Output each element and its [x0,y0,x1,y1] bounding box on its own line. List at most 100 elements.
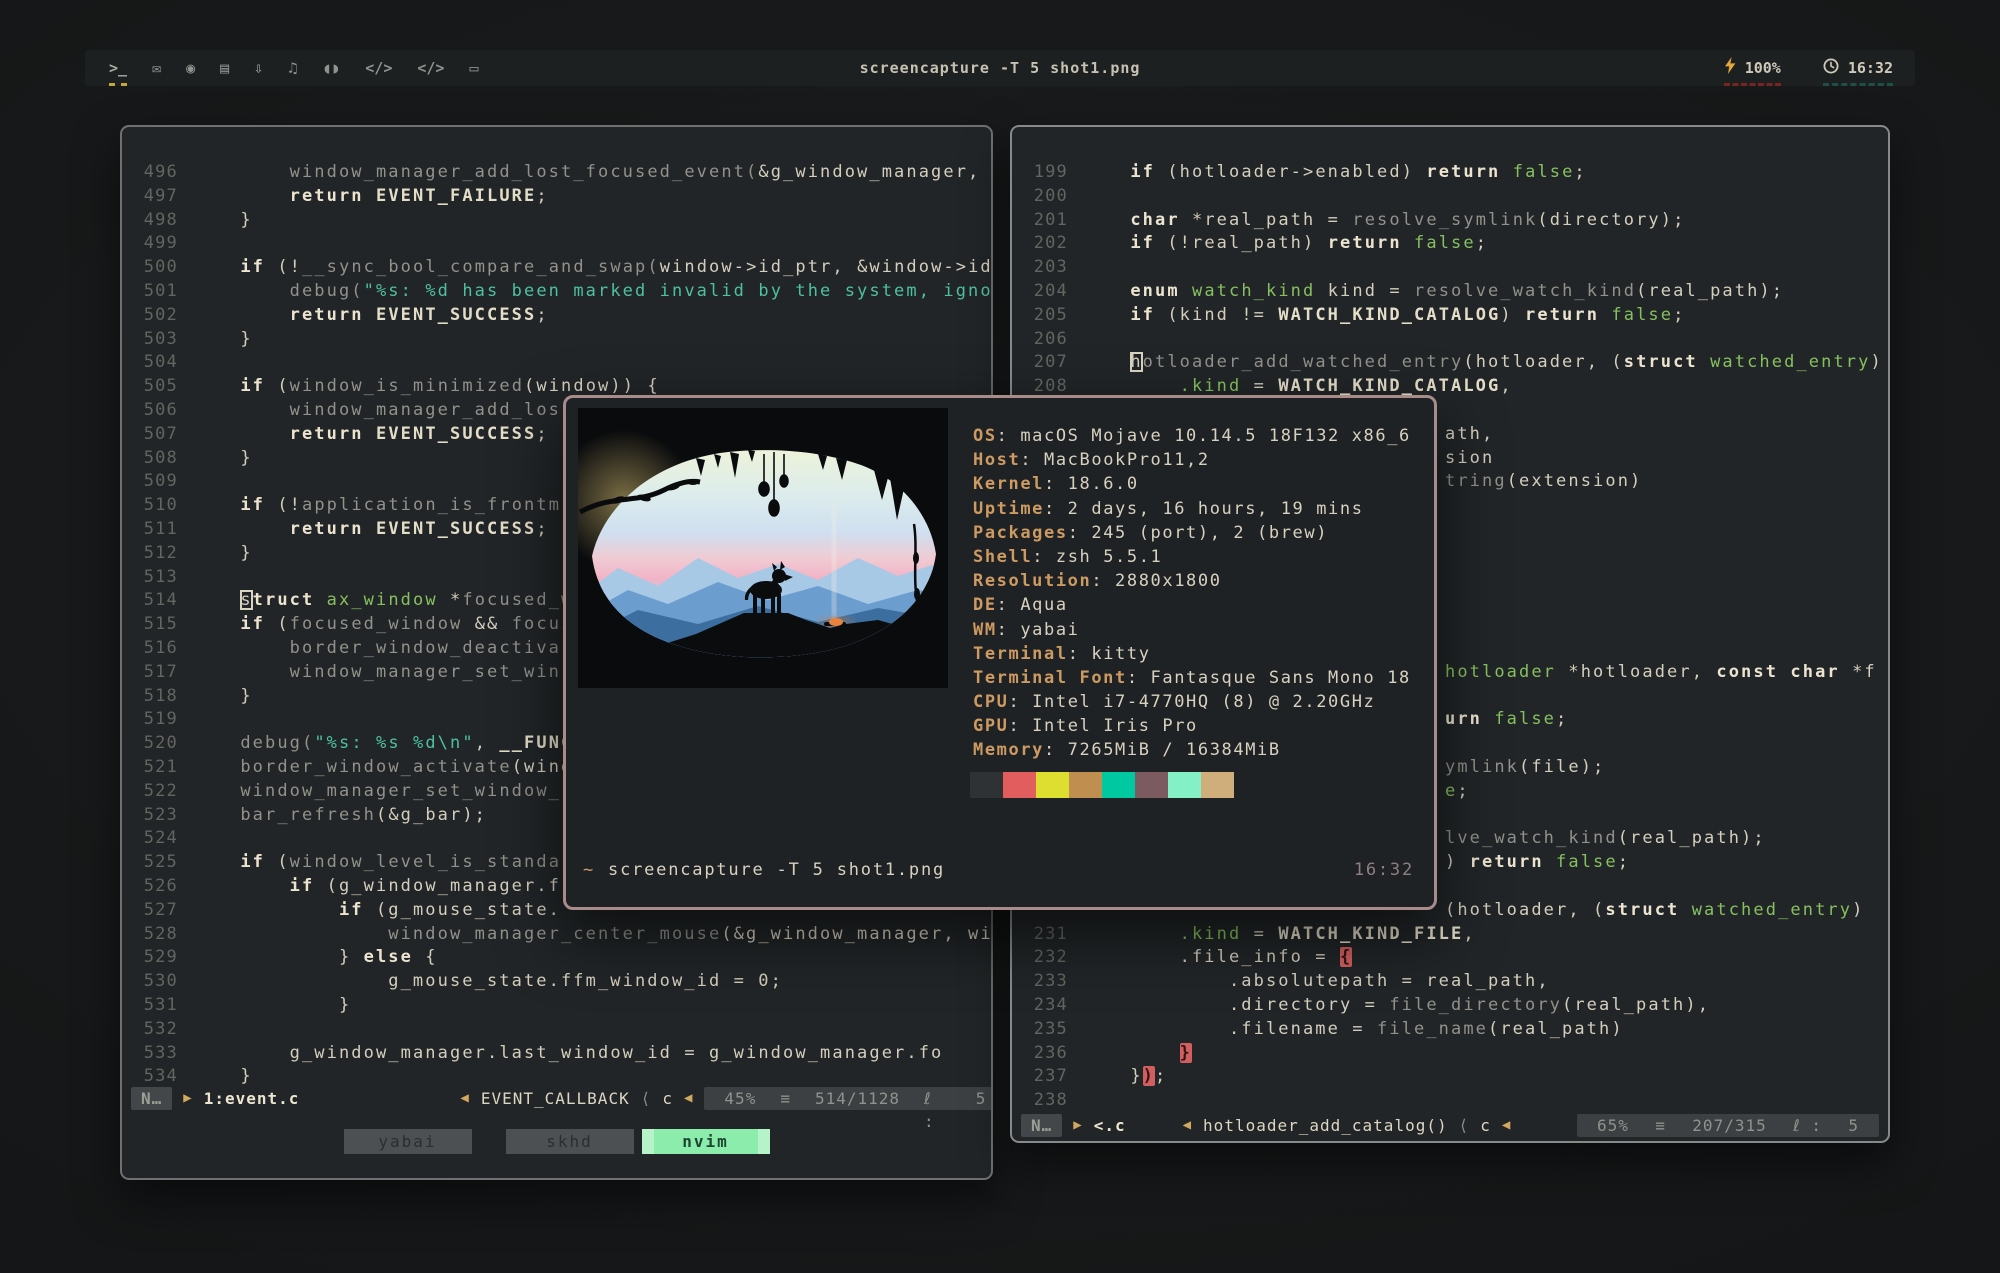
code-line-231: 231 .kind = WATCH_KIND_FILE, [1012,923,1888,947]
info-value: : MacBookPro11,2 [1020,450,1210,471]
info-label: Packages [973,522,1068,543]
info-line-packages: Packages: 245 (port), 2 (brew) [973,521,1411,545]
code-text: return EVENT_SUCCESS; [289,304,549,325]
code-text: } [240,542,253,563]
code-text: bar_refresh(&g_bar); [240,804,488,825]
battery-percent: 100% [1744,58,1781,77]
separator-left-icon: ◀ [460,1090,470,1106]
code-text: .kind = WATCH_KIND_FILE, [1179,923,1476,944]
code-text: return EVENT_SUCCESS; [289,519,549,539]
lines-icon: ≡ [780,1088,791,1108]
scroll-percent: 65% [1597,1115,1629,1135]
code-fragment-211: sion [1445,447,1495,468]
code-line-504: 504 [122,351,991,375]
code-text: window_manager_center_mouse(&g_window_ma… [388,923,993,944]
code-line-203: 203 [1012,256,1888,280]
position-box: 45% ≡ 514/1128 ℓ : 5 [704,1086,991,1131]
code-text: } [240,328,253,349]
code-line-232: 232 .file_info = { [1012,946,1888,970]
buffer-name: 1:event.c [203,1088,300,1108]
line-number: 231 [1033,923,1068,944]
tab-skhd[interactable]: skhd [505,1129,634,1154]
terminal-icon[interactable]: >_ [109,59,128,86]
line-number: 532 [143,1018,178,1039]
info-line-shell: Shell: zsh 5.5.1 [973,545,1411,569]
line-number: 232 [1033,947,1068,968]
neofetch-popup-window[interactable]: OS: macOS Mojave 10.14.5 18F132 x86_6 Hos… [563,395,1437,910]
code-text: .absolutepath = real_path, [1228,971,1550,992]
info-label: Uptime [973,498,1045,519]
line-number: 206 [1033,328,1068,349]
info-line-uptime: Uptime: 2 days, 16 hours, 19 mins [973,497,1411,521]
tab-nvim[interactable]: nvim [641,1129,770,1154]
vim-mode-badge: N… [131,1086,173,1110]
info-value: : 7265MiB / 16384MiB [1044,740,1281,761]
code-text: } else { [338,947,438,968]
line-number: 512 [143,542,178,563]
line-number: 205 [1033,304,1068,325]
column-number: 5 [975,1088,987,1108]
info-value: : Aqua [996,595,1068,616]
line-number: 529 [143,947,178,968]
code-fragment-230: (hotloader, (struct watched_entry) [1445,899,1865,920]
line-number: 506 [143,400,178,420]
line-number: 514 [143,590,178,611]
code-line-199: 199 if (hotloader->enabled) return false; [1012,161,1888,185]
code-text: if (!__sync_bool_compare_and_swap(window… [240,257,993,278]
code-line-205: 205 if (kind != WATCH_KIND_CATALOG) retur… [1012,304,1888,328]
separator-right-icon: ▶ [183,1090,193,1106]
code-text: debug("%s: %s %d\n", __FUNC [240,733,574,754]
left-statusline: N… ▶ 1:event.c ◀ EVENT_CALLBACK ⟨ c ◀ 45… [131,1085,991,1131]
music-icon[interactable]: ♫ [288,59,297,86]
download-icon[interactable]: ⇩ [254,59,263,86]
line-number: 507 [143,423,178,444]
line-number: 515 [143,614,178,635]
line-number: 528 [143,923,178,944]
info-value: : Fantasque Sans Mono 18 [1126,667,1411,688]
notes-icon[interactable]: ▤ [220,59,229,86]
line-number: 233 [1033,971,1068,992]
code-text: border_window_activate(wind [240,757,574,777]
line-number: 500 [143,257,178,278]
palette-swatch-2 [1036,772,1069,798]
info-line-gpu: GPU: Intel Iris Pro [973,714,1411,738]
wolf-cave-artwork [578,408,948,688]
code-line-529: 529 } else { [122,946,991,970]
code-icon-2[interactable]: </> [417,59,444,86]
info-label: DE [973,595,997,616]
laptop-icon[interactable]: ▭ [469,59,478,86]
code-text: } [240,209,253,230]
battery-indicator[interactable]: 100% [1723,57,1781,86]
code-text: border_window_deactiva [289,638,561,658]
compass-icon[interactable]: ◉ [186,59,195,86]
code-text: g_window_manager.last_window_id = g_wind… [289,1042,944,1063]
info-label: GPU [973,716,1009,737]
palette-swatch-1 [1003,772,1036,798]
typed-command[interactable]: screencapture -T 5 shot1.png [608,860,945,880]
filetype: c [1480,1115,1491,1135]
line-number: 527 [143,899,178,920]
code-line-202: 202 if (!real_path) return false; [1012,232,1888,256]
code-fragment-222: urn false; [1445,709,1569,730]
info-label: Host [973,450,1021,471]
line-number: 207 [1033,352,1068,373]
clock-indicator[interactable]: 16:32 [1822,57,1893,86]
cursor-position: 207/315 [1692,1115,1767,1135]
code-text: .filename = file_name(real_path) [1228,1018,1624,1039]
code-icon[interactable]: </> [365,59,392,86]
info-value: : macOS Mojave 10.14.5 18F132 x86_6 [996,426,1411,446]
gamepad-icon[interactable]: ◖◗ [322,59,340,86]
code-line-503: 503} [122,328,991,352]
code-text: if (hotloader->enabled) return false; [1130,162,1587,182]
info-label: Memory [973,740,1045,761]
line-number: 516 [143,638,178,658]
code-text: if (g_mouse_state. [338,899,561,920]
info-value: : zsh 5.5.1 [1032,546,1163,567]
lines-icon: ≡ [1655,1115,1666,1135]
menu-bar: >_ ✉ ◉ ▤ ⇩ ♫ ◖◗ </> </> ▭ screencapture -T 5 shot… [85,50,1915,86]
mail-icon[interactable]: ✉ [152,59,161,86]
info-line-cpu: CPU: Intel i7-4770HQ (8) @ 2.20GHz [973,690,1411,714]
line-number: 502 [143,304,178,325]
tab-yabai[interactable]: yabai [343,1129,472,1154]
code-line-235: 235 .filename = file_name(real_path) [1012,1018,1888,1042]
